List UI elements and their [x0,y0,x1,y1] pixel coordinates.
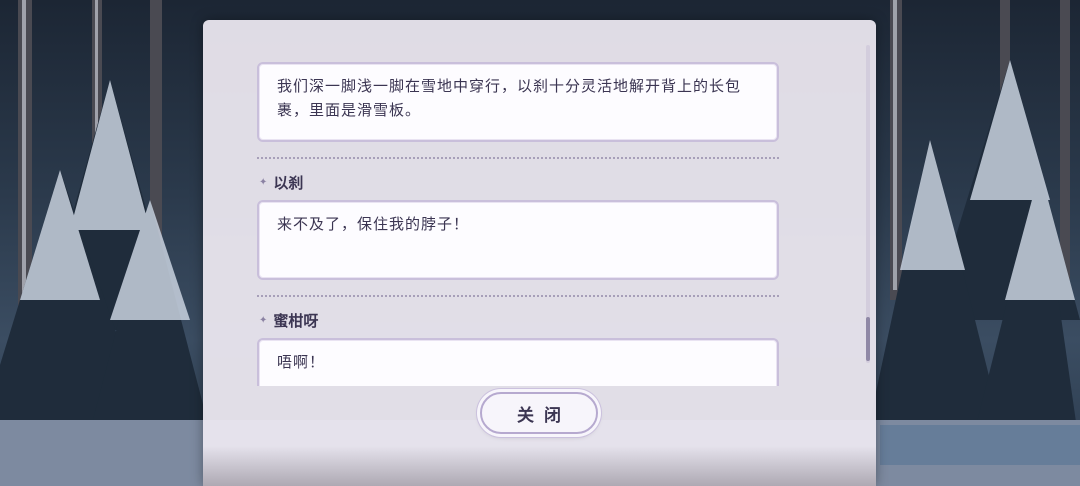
entry-divider [257,295,779,297]
sparkle-icon: ✦ [259,314,268,326]
dialogue-bubble: 来不及了，保住我的脖子！ [257,200,779,280]
dialogue-bubble: 唔啊！ [257,338,779,386]
log-scrollbar[interactable] [866,45,870,363]
close-button[interactable]: 关闭 [480,392,598,434]
dialogue-log-panel: 我们深一脚浅一脚在雪地中穿行，以刹十分灵活地解开背上的长包裹，里面是滑雪板。 ✦… [203,20,876,486]
speaker-name: ✦ 以刹 [259,171,303,193]
dialogue-text: 唔啊！ [277,353,326,371]
dialogue-text: 我们深一脚浅一脚在雪地中穿行，以刹十分灵活地解开背上的长包裹，里面是滑雪板。 [277,77,742,119]
panel-bottom-fade [203,446,876,486]
sparkle-icon: ✦ [259,176,268,188]
speaker-label: 蜜柑呀 [273,311,319,330]
entry-divider [257,157,779,159]
speaker-label: 以刹 [273,173,304,192]
scrollbar-thumb[interactable] [866,317,870,361]
dialogue-log-list[interactable]: 我们深一脚浅一脚在雪地中穿行，以刹十分灵活地解开背上的长包裹，里面是滑雪板。 ✦… [257,62,783,386]
dialogue-text: 来不及了，保住我的脖子！ [277,215,470,233]
close-button-label: 关闭 [517,405,571,426]
speaker-name: ✦ 蜜柑呀 [259,309,318,331]
dialogue-bubble: 我们深一脚浅一脚在雪地中穿行，以刹十分灵活地解开背上的长包裹，里面是滑雪板。 [257,62,779,142]
